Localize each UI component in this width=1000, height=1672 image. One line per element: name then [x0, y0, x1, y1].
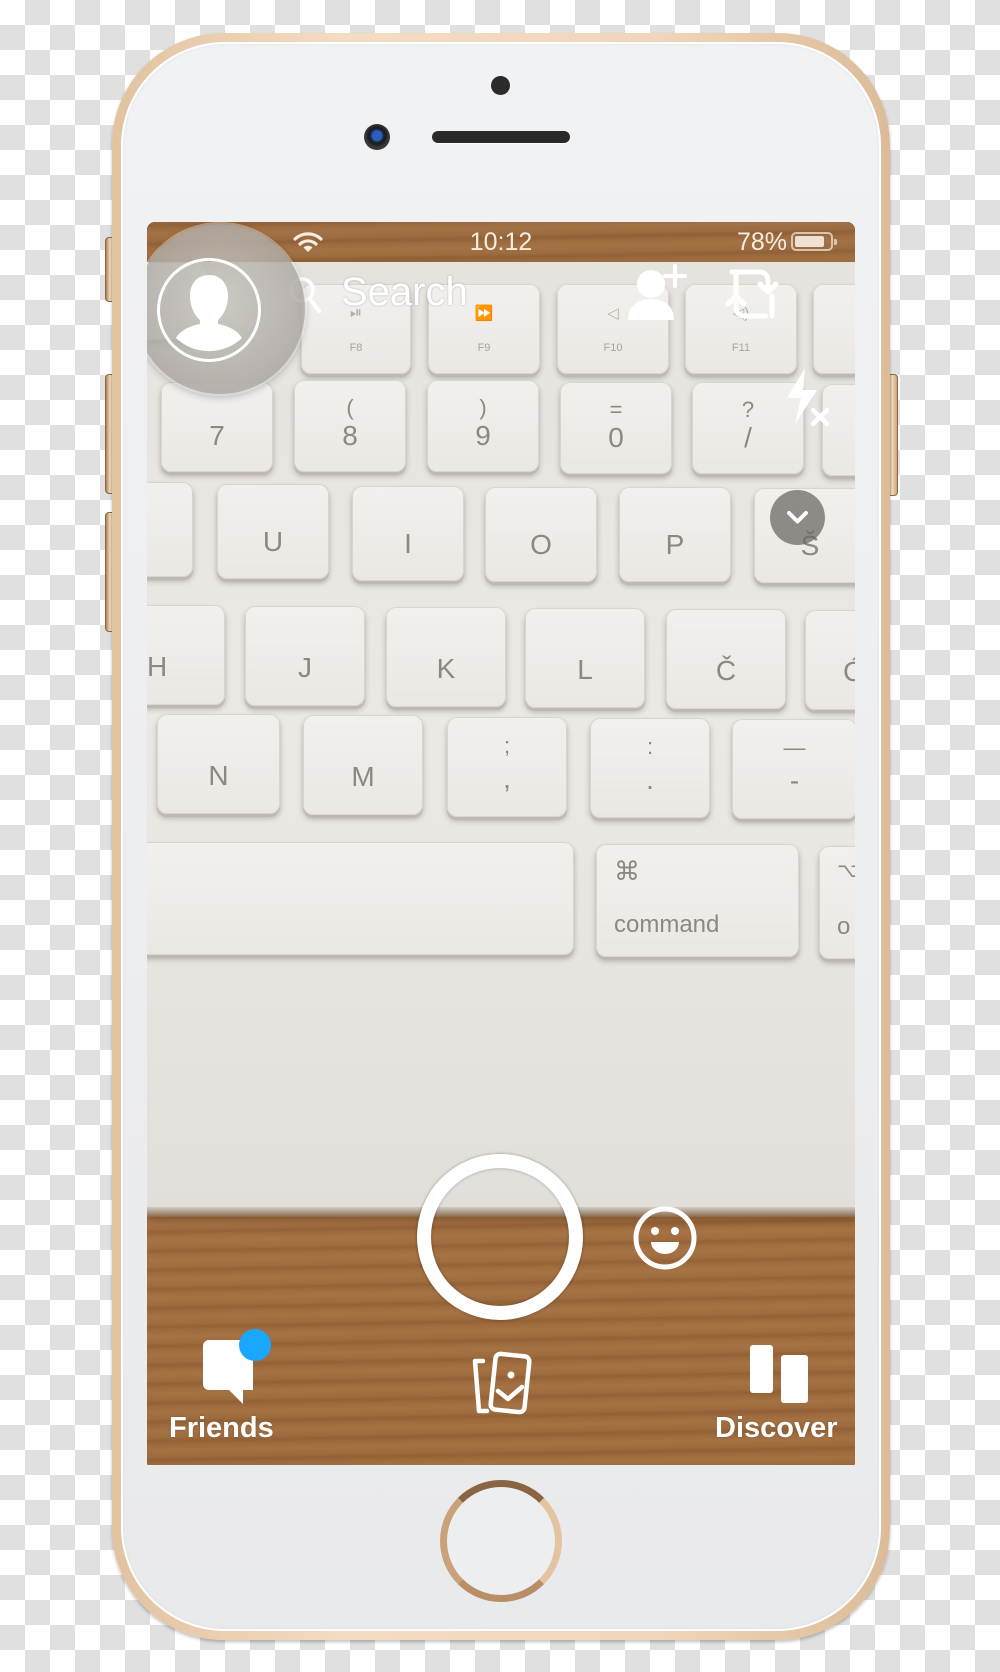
more-options-button[interactable] — [770, 490, 825, 545]
key-dash: — - — [732, 719, 855, 819]
flip-camera-icon[interactable] — [722, 260, 782, 326]
key-y-partial — [147, 482, 193, 577]
search-button[interactable]: Search — [341, 270, 468, 315]
discover-label: Discover — [715, 1412, 838, 1444]
key-0: = 0 — [560, 382, 672, 474]
discover-tab[interactable]: Discover — [707, 1307, 855, 1457]
key-8: ( 8 — [294, 380, 406, 472]
key-comma: ; , — [447, 717, 567, 817]
notification-badge — [239, 1329, 271, 1361]
add-friend-icon[interactable] — [625, 262, 691, 326]
key-m: M — [303, 715, 423, 815]
avatar-icon — [176, 275, 242, 352]
camera-screen[interactable]: ⏯ F8 ⏩ F9 ◁ F10 ◁) F11 7 ( 8 ) 9 = 0 ? /… — [147, 222, 855, 1465]
key-h: H — [147, 605, 225, 705]
friends-label: Friends — [169, 1412, 274, 1444]
flash-off-icon[interactable] — [777, 364, 831, 430]
key-f12-partial — [813, 284, 855, 374]
chevron-down-icon — [787, 511, 808, 524]
proximity-sensor — [491, 76, 510, 95]
battery-icon — [791, 232, 837, 251]
key-i: I — [352, 486, 464, 581]
memories-icon[interactable] — [465, 1347, 537, 1419]
key-n: N — [157, 714, 280, 814]
key-option-partial: ⌥ o — [819, 846, 855, 959]
key-o: O — [485, 487, 597, 582]
camera-preview-keyboard: ⏯ F8 ⏩ F9 ◁ F10 ◁) F11 7 ( 8 ) 9 = 0 ? /… — [147, 262, 855, 1212]
lenses-smiley-icon[interactable] — [632, 1205, 698, 1271]
avatar — [157, 258, 261, 362]
battery-percent: 78% — [736, 228, 787, 256]
key-command: ⌘ command — [596, 844, 799, 957]
home-button[interactable] — [440, 1480, 562, 1602]
front-camera — [364, 124, 390, 150]
key-9: ) 9 — [427, 380, 539, 472]
key-l: L — [525, 608, 645, 708]
capture-button[interactable] — [417, 1154, 583, 1320]
friends-tab[interactable]: Friends — [167, 1307, 307, 1457]
key-j: J — [245, 606, 365, 706]
key-7: 7 — [161, 382, 273, 472]
key-c-caron: Č — [666, 609, 786, 709]
key-p: P — [619, 487, 731, 582]
key-space — [147, 842, 574, 955]
earpiece-speaker — [432, 131, 570, 143]
discover-icon — [750, 1345, 808, 1403]
key-u: U — [217, 484, 329, 579]
key-c-acute-partial: Ć — [805, 610, 855, 710]
key-period: : . — [590, 718, 710, 818]
key-k: K — [386, 607, 506, 707]
